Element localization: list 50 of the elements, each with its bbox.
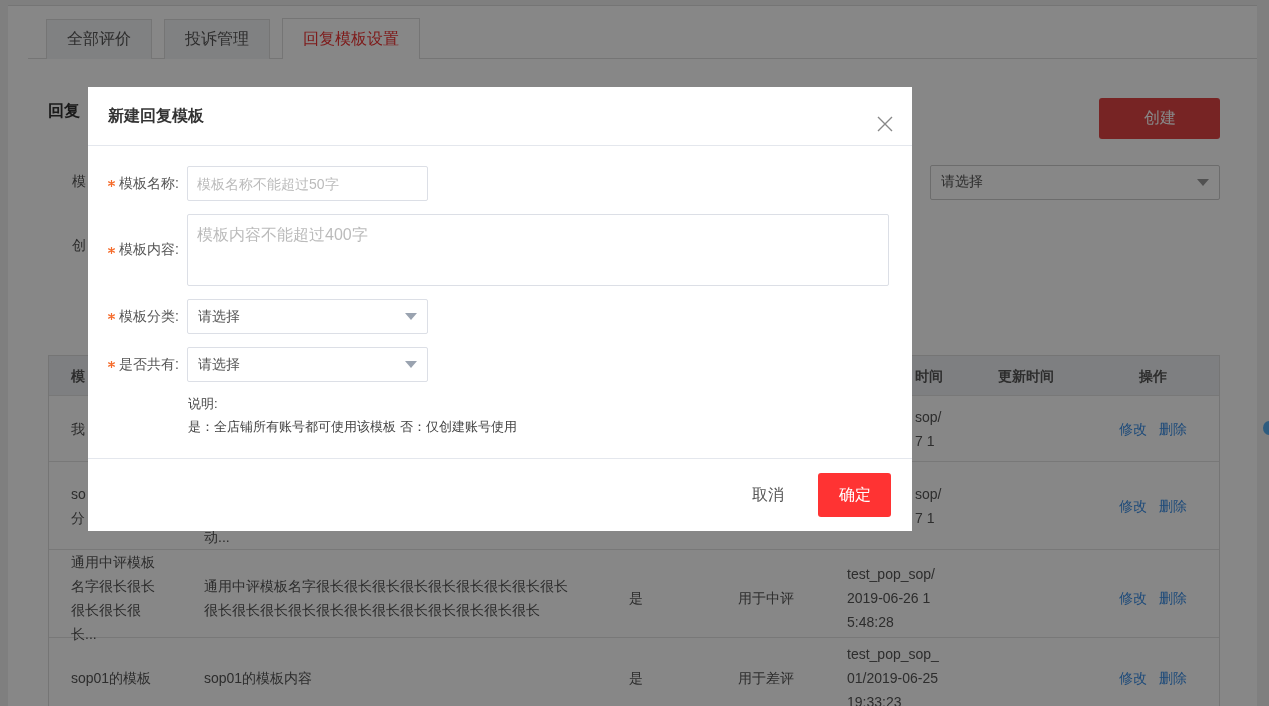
filter-select[interactable]: 请选择 (930, 164, 1220, 200)
filter-label: 模 (72, 173, 86, 191)
select-field[interactable]: 请选择 (187, 347, 428, 382)
table-cell-text: 我 (71, 419, 85, 439)
table-cell-text: 动... (204, 528, 230, 547)
dialog-title: 新建回复模板 (108, 105, 204, 126)
tab[interactable]: 全部评价 (46, 19, 152, 59)
action-link[interactable]: 删除 (1158, 666, 1187, 690)
action-link[interactable]: 修改 (1118, 416, 1147, 441)
field-label: 模板内容: (119, 241, 179, 259)
action-link[interactable]: 删除 (1158, 416, 1187, 441)
action-link[interactable]: 修改 (1118, 586, 1147, 610)
select-field[interactable]: 请选择 (187, 299, 428, 334)
table-cell-text: 用于中评 (738, 589, 794, 608)
close-icon[interactable] (877, 116, 893, 132)
tab[interactable]: 回复模板设置 (282, 18, 420, 59)
table-cell-text: test_pop_sop/ 2019-06-26 1 5:48:28 (847, 565, 935, 632)
column-header: 时间 (915, 366, 943, 386)
dropdown-icon (405, 313, 417, 320)
field-label: 模板名称: (119, 174, 179, 193)
dropdown-icon (1197, 178, 1209, 186)
column-header: 操作 (1138, 366, 1167, 386)
column-header: 更新时间 (998, 366, 1054, 386)
table-cell-text: sop01的模板内容 (204, 669, 313, 688)
table-cell-text: sop/ 7 1 (915, 484, 942, 528)
page-title: 回复 (48, 101, 80, 121)
action-link[interactable]: 删除 (1158, 586, 1187, 610)
field-label: 是否共有: (119, 355, 179, 374)
tab[interactable]: 投诉管理 (164, 19, 270, 59)
column-header: 模 (71, 366, 85, 386)
confirm-button[interactable]: 确定 (818, 473, 891, 517)
table-cell-text: 通用中评模板 名字很长很长 很长很长很 长... (71, 553, 155, 644)
create-button[interactable]: 创建 (1099, 98, 1220, 139)
text-area[interactable]: 模板内容不能超过400字 (187, 214, 889, 286)
input-field[interactable]: 模板名称不能超过50字 (187, 166, 428, 201)
cancel-button[interactable]: 取消 (752, 484, 784, 506)
action-link[interactable]: 修改 (1118, 666, 1147, 690)
dropdown-icon (405, 361, 417, 368)
table-cell-text: 通用中评模板名字很长很长很长很长很长很长很长很长很长 很长很长很长很长很长很长很长很长很长很长很长很长 (204, 577, 568, 620)
table-cell-text: 是 (629, 589, 643, 608)
table-cell-text: sop/ 7 1 (915, 407, 942, 451)
table-cell-text: sop01的模板 (71, 669, 152, 688)
action-link[interactable]: 删除 (1158, 493, 1187, 518)
table-cell-text: 是 (629, 669, 643, 688)
note-text: 说明: 是：全店铺所有账号都可使用该模板 否：仅创建账号使用 (188, 395, 518, 436)
table-cell-text: 用于差评 (738, 669, 794, 688)
filter-label: 创 (72, 237, 86, 255)
action-link[interactable]: 修改 (1118, 493, 1147, 518)
field-label: 模板分类: (119, 307, 179, 326)
table-cell-text: so 分 (71, 484, 86, 528)
